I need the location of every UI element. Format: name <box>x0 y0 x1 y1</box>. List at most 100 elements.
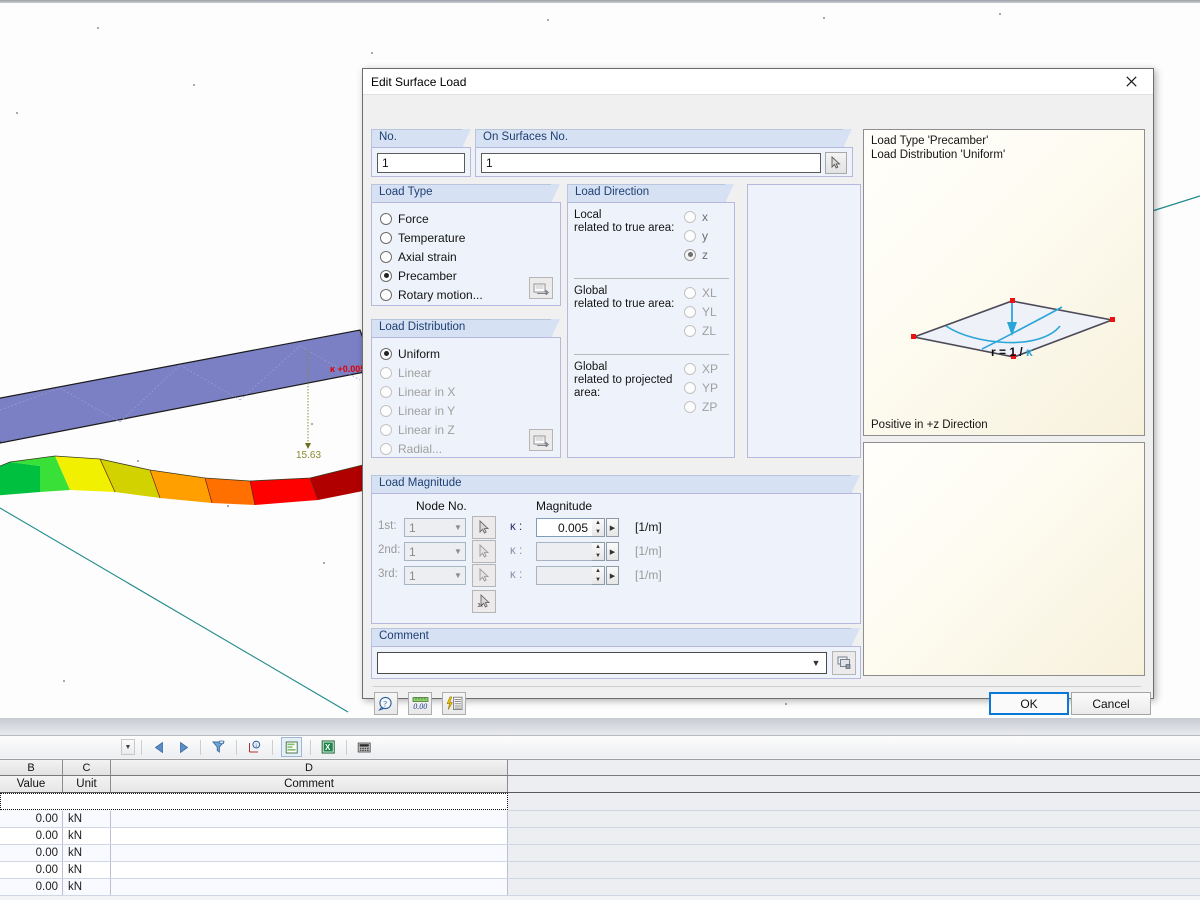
table-row[interactable]: 0.00 kN <box>0 879 1200 896</box>
dialog-titlebar[interactable]: Edit Surface Load <box>363 69 1153 95</box>
cell-comment[interactable] <box>111 845 508 861</box>
spin-down-icon[interactable]: ▼ <box>592 528 604 537</box>
direction-label-xl: XL <box>702 285 717 300</box>
calculator-glyph <box>357 742 371 752</box>
toolbar-separator <box>236 739 237 755</box>
close-glyph <box>1125 76 1137 87</box>
prev-arrow-glyph <box>154 741 163 753</box>
magnitude-1-spin-arrows[interactable]: ▲ ▼ <box>592 518 605 537</box>
radio-global-xl <box>684 286 696 299</box>
load-type-settings-button[interactable] <box>529 277 553 299</box>
pick-node-1-button[interactable] <box>472 516 496 539</box>
cell-unit[interactable]: kN <box>63 828 111 844</box>
dropdown-icon[interactable]: ▼ <box>121 739 135 755</box>
load-distribution-option-uniform[interactable]: Uniform <box>380 344 455 363</box>
table-row[interactable]: 0.00 kN <box>0 811 1200 828</box>
results-grid[interactable]: B C D Value Unit Comment 0.00 kN 0.00 kN… <box>0 759 1200 900</box>
cell-comment[interactable] <box>111 879 508 895</box>
magnitude-1-more-button[interactable]: ▶ <box>606 518 619 537</box>
comment-library-button[interactable] <box>832 651 856 675</box>
chevron-down-icon: ▼ <box>454 547 462 556</box>
chevron-down-icon[interactable]: ▼ <box>806 658 826 668</box>
cell-value[interactable]: 0.00 <box>0 811 63 827</box>
comment-library-icon <box>837 656 850 669</box>
grid-selected-row[interactable] <box>0 793 1200 811</box>
direction-label-z: z <box>702 247 708 262</box>
filter-icon[interactable] <box>209 738 228 756</box>
load-type-option-precamber[interactable]: Precamber <box>380 266 483 285</box>
cell-value[interactable]: 0.00 <box>0 845 63 861</box>
cell-unit[interactable]: kN <box>63 879 111 895</box>
load-direction-global-true-label: Global related to true area: <box>574 285 684 311</box>
grid-column-titles: Value Unit Comment <box>0 776 1200 793</box>
close-icon[interactable] <box>1109 70 1153 94</box>
radio-axial-strain[interactable] <box>380 250 392 263</box>
on-surfaces-input[interactable] <box>481 153 821 173</box>
cell-tail <box>508 879 1200 895</box>
load-type-option-rotary-motion[interactable]: Rotary motion... <box>380 285 483 304</box>
on-surfaces-label: On Surfaces No. <box>475 129 852 148</box>
cell-tail <box>508 828 1200 844</box>
direction-label-yp: YP <box>702 380 719 395</box>
cell-unit[interactable]: kN <box>63 811 111 827</box>
load-magnitude-group: Load Magnitude Node No. Magnitude 1st: 1… <box>371 475 861 624</box>
cell-unit[interactable]: kN <box>63 862 111 878</box>
help-button[interactable]: ? <box>374 692 398 715</box>
table-row[interactable]: 0.00 kN <box>0 828 1200 845</box>
ok-button[interactable]: OK <box>989 692 1069 715</box>
radius-kappa-symbol: κ <box>1026 345 1033 359</box>
col-title-unit: Unit <box>63 776 111 792</box>
next-arrow-icon[interactable] <box>173 738 192 756</box>
kappa-symbol-3: κ : <box>510 569 523 581</box>
svg-text:0.00: 0.00 <box>413 702 427 711</box>
preview-line-1: Load Type 'Precamber' <box>871 135 989 147</box>
radio-temperature[interactable] <box>380 231 392 244</box>
node-select-1[interactable]: 1 ▼ <box>404 518 466 537</box>
table-row[interactable]: 0.00 kN <box>0 862 1200 879</box>
pick-surfaces-button[interactable] <box>825 152 847 174</box>
cell-comment[interactable] <box>111 828 508 844</box>
col-letter-c[interactable]: C <box>63 760 111 775</box>
load-type-option-axial-strain[interactable]: Axial strain <box>380 247 483 266</box>
load-distribution-settings-button[interactable] <box>529 429 553 451</box>
radio-rotary-motion[interactable] <box>380 288 392 301</box>
cell-comment[interactable] <box>111 811 508 827</box>
pick-three-nodes-button[interactable]: 3x <box>472 590 496 613</box>
global-proj-line2: related to projected <box>574 374 673 386</box>
load-type-label-rotary-motion: Rotary motion... <box>398 287 483 302</box>
spin-up-icon[interactable]: ▲ <box>592 519 604 528</box>
direction-option-zl: ZL <box>684 321 717 340</box>
col-letter-b[interactable]: B <box>0 760 63 775</box>
magnitude-1-stepper[interactable]: ▲ ▼ ▶ <box>536 518 619 537</box>
edit-surface-load-dialog[interactable]: Edit Surface Load No. On Surfaces No. <box>362 68 1154 715</box>
cell-value[interactable]: 0.00 <box>0 828 63 844</box>
load-number-input[interactable] <box>377 153 465 173</box>
radio-precamber[interactable] <box>380 269 392 282</box>
cell-comment[interactable] <box>111 862 508 878</box>
comment-combobox[interactable]: ▼ <box>377 652 827 674</box>
table-toolbar[interactable]: ▼ i X <box>0 736 1200 758</box>
radio-force[interactable] <box>380 212 392 225</box>
units-button[interactable]: 0.00 <box>408 692 432 715</box>
radius-label: r = 1 / <box>991 345 1023 359</box>
load-type-option-force[interactable]: Force <box>380 209 483 228</box>
prev-arrow-icon[interactable] <box>150 738 169 756</box>
excel-export-icon[interactable]: X <box>319 738 338 756</box>
table-row[interactable]: 0.00 kN <box>0 845 1200 862</box>
calculator-icon[interactable] <box>355 738 374 756</box>
cell-unit[interactable]: kN <box>63 845 111 861</box>
cancel-button[interactable]: Cancel <box>1071 692 1151 715</box>
cell-value[interactable]: 0.00 <box>0 862 63 878</box>
info-axis-icon[interactable]: i <box>245 738 264 756</box>
table-view-icon[interactable] <box>281 737 302 757</box>
direction-label-xp: XP <box>702 361 719 376</box>
quick-settings-button[interactable] <box>442 692 466 715</box>
load-distribution-option-linear: Linear <box>380 363 455 382</box>
cell-value[interactable]: 0.00 <box>0 879 63 895</box>
col-letter-d[interactable]: D <box>111 760 508 775</box>
comment-input[interactable] <box>378 655 806 671</box>
load-direction-caption: Load Direction <box>567 184 734 203</box>
radio-uniform[interactable] <box>380 347 392 360</box>
magnitude-1-input[interactable] <box>536 518 592 537</box>
load-type-option-temperature[interactable]: Temperature <box>380 228 483 247</box>
